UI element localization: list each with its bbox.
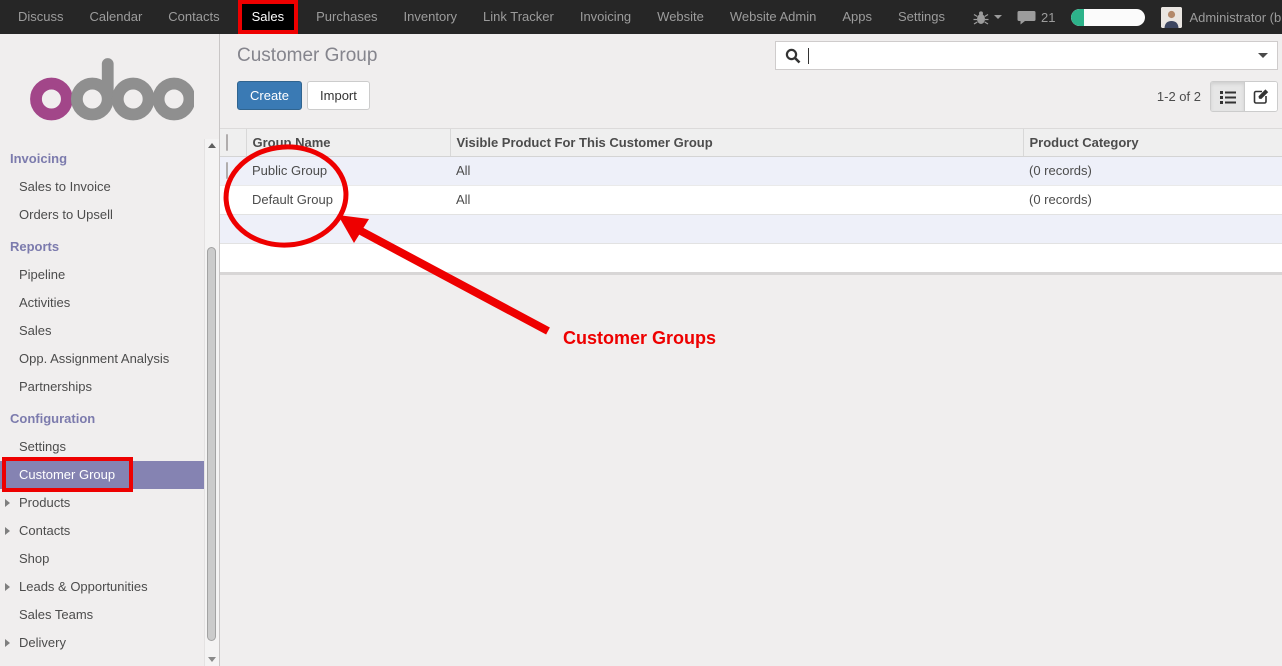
scroll-up-icon[interactable] bbox=[208, 143, 216, 148]
user-avatar[interactable] bbox=[1161, 7, 1182, 28]
sidebar-item-partnerships[interactable]: Partnerships bbox=[0, 373, 219, 401]
empty-row bbox=[220, 243, 1282, 272]
odoo-logo[interactable] bbox=[0, 34, 219, 139]
debug-bug-icon[interactable] bbox=[973, 10, 1002, 25]
list-view-icon bbox=[1219, 89, 1237, 105]
col-header-group-name[interactable]: Group Name bbox=[246, 129, 450, 156]
nav-item-apps[interactable]: Apps bbox=[829, 0, 885, 34]
sidebar-item-contacts[interactable]: Contacts bbox=[0, 517, 219, 545]
section-header-invoicing: Invoicing bbox=[0, 145, 219, 173]
session-progress-bar bbox=[1071, 9, 1145, 26]
select-all-checkbox[interactable] bbox=[226, 134, 228, 151]
nav-item-purchases[interactable]: Purchases bbox=[303, 0, 390, 34]
expand-caret-icon bbox=[5, 639, 10, 647]
col-header-product-category[interactable]: Product Category bbox=[1023, 129, 1282, 156]
create-button[interactable]: Create bbox=[237, 81, 302, 110]
sidebar-item-leads-opportunities[interactable]: Leads & Opportunities bbox=[0, 573, 219, 601]
nav-item-website-admin[interactable]: Website Admin bbox=[717, 0, 829, 34]
scroll-down-icon[interactable] bbox=[208, 657, 216, 662]
nav-item-sales[interactable]: Sales bbox=[242, 4, 295, 30]
table-row-default-group[interactable]: Default Group All (0 records) bbox=[220, 185, 1282, 214]
cell-visible-product[interactable]: All bbox=[450, 185, 1023, 214]
sidebar-menu: Invoicing Sales to Invoice Orders to Ups… bbox=[0, 139, 219, 657]
table-row-public-group[interactable]: Public Group All (0 records) bbox=[220, 156, 1282, 185]
top-nav-right: 21 Administrator (braintree) bbox=[958, 7, 1282, 28]
cell-product-category[interactable]: (0 records) bbox=[1023, 185, 1282, 214]
user-menu[interactable]: Administrator (braintree) bbox=[1189, 10, 1282, 25]
sidebar-item-products[interactable]: Products bbox=[0, 489, 219, 517]
pager: 1-2 of 2 bbox=[1157, 81, 1278, 112]
sidebar-item-settings[interactable]: Settings bbox=[0, 433, 219, 461]
expand-caret-icon bbox=[5, 527, 10, 535]
sidebar-item-shop[interactable]: Shop bbox=[0, 545, 219, 573]
top-nav-menu: Discuss Calendar Contacts Sales Purchase… bbox=[0, 0, 958, 34]
nav-item-discuss[interactable]: Discuss bbox=[5, 0, 77, 34]
list-view-button[interactable] bbox=[1211, 82, 1244, 111]
expand-caret-icon bbox=[5, 499, 10, 507]
pager-range: 1-2 of 2 bbox=[1157, 89, 1201, 104]
cell-group-name[interactable]: Default Group bbox=[246, 185, 450, 214]
session-progress-fill bbox=[1071, 9, 1084, 26]
content-background bbox=[220, 272, 1282, 666]
message-count-badge: 21 bbox=[1041, 10, 1055, 25]
chat-bubble-icon bbox=[1017, 10, 1036, 25]
empty-row bbox=[220, 214, 1282, 243]
main-content: Customer Group Create Import 1-2 of 2 bbox=[220, 34, 1282, 666]
search-view bbox=[775, 41, 1278, 70]
nav-item-contacts[interactable]: Contacts bbox=[155, 0, 232, 34]
scrollbar-thumb[interactable] bbox=[207, 247, 216, 641]
sidebar: Invoicing Sales to Invoice Orders to Ups… bbox=[0, 34, 220, 666]
action-buttons: Create Import bbox=[237, 81, 370, 110]
select-all-header-cell bbox=[220, 129, 246, 156]
sidebar-item-customer-group[interactable]: Customer Group bbox=[0, 461, 204, 489]
control-panel: Customer Group Create Import 1-2 of 2 bbox=[220, 34, 1282, 129]
customer-group-list: Group Name Visible Product For This Cust… bbox=[220, 129, 1282, 272]
app-shell: Invoicing Sales to Invoice Orders to Ups… bbox=[0, 34, 1282, 666]
expand-caret-icon bbox=[5, 583, 10, 591]
nav-item-website[interactable]: Website bbox=[644, 0, 717, 34]
sidebar-item-opp-assignment-analysis[interactable]: Opp. Assignment Analysis bbox=[0, 345, 219, 373]
sidebar-item-sales[interactable]: Sales bbox=[0, 317, 219, 345]
person-icon bbox=[1161, 7, 1182, 28]
cell-group-name[interactable]: Public Group bbox=[246, 156, 450, 185]
nav-item-calendar[interactable]: Calendar bbox=[77, 0, 156, 34]
nav-item-invoicing[interactable]: Invoicing bbox=[567, 0, 644, 34]
sidebar-item-pipeline[interactable]: Pipeline bbox=[0, 261, 219, 289]
row-checkbox[interactable] bbox=[226, 162, 228, 179]
nav-item-link-tracker[interactable]: Link Tracker bbox=[470, 0, 567, 34]
debug-caret-down-icon bbox=[994, 15, 1002, 19]
search-dropdown-caret-icon[interactable] bbox=[1258, 53, 1268, 58]
table-header-row: Group Name Visible Product For This Cust… bbox=[220, 129, 1282, 156]
import-button[interactable]: Import bbox=[307, 81, 370, 110]
sidebar-item-delivery[interactable]: Delivery bbox=[0, 629, 219, 657]
view-switcher bbox=[1210, 81, 1278, 112]
form-view-icon bbox=[1253, 88, 1270, 105]
messages-indicator[interactable]: 21 bbox=[1017, 10, 1055, 25]
nav-item-settings[interactable]: Settings bbox=[885, 0, 958, 34]
nav-item-inventory[interactable]: Inventory bbox=[391, 0, 470, 34]
col-header-visible-product[interactable]: Visible Product For This Customer Group bbox=[450, 129, 1023, 156]
section-header-configuration: Configuration bbox=[0, 405, 219, 433]
section-header-reports: Reports bbox=[0, 233, 219, 261]
cell-visible-product[interactable]: All bbox=[450, 156, 1023, 185]
sidebar-item-orders-to-upsell[interactable]: Orders to Upsell bbox=[0, 201, 219, 229]
top-nav-bar: Discuss Calendar Contacts Sales Purchase… bbox=[0, 0, 1282, 34]
form-view-button[interactable] bbox=[1244, 82, 1277, 111]
sidebar-item-sales-teams[interactable]: Sales Teams bbox=[0, 601, 219, 629]
row-checkbox[interactable] bbox=[226, 191, 228, 208]
search-icon bbox=[785, 48, 801, 64]
search-input[interactable] bbox=[809, 48, 1258, 63]
sidebar-item-sales-to-invoice[interactable]: Sales to Invoice bbox=[0, 173, 219, 201]
sidebar-item-activities[interactable]: Activities bbox=[0, 289, 219, 317]
page-title: Customer Group bbox=[237, 45, 377, 67]
sidebar-scrollbar[interactable] bbox=[204, 139, 219, 666]
cell-product-category[interactable]: (0 records) bbox=[1023, 156, 1282, 185]
